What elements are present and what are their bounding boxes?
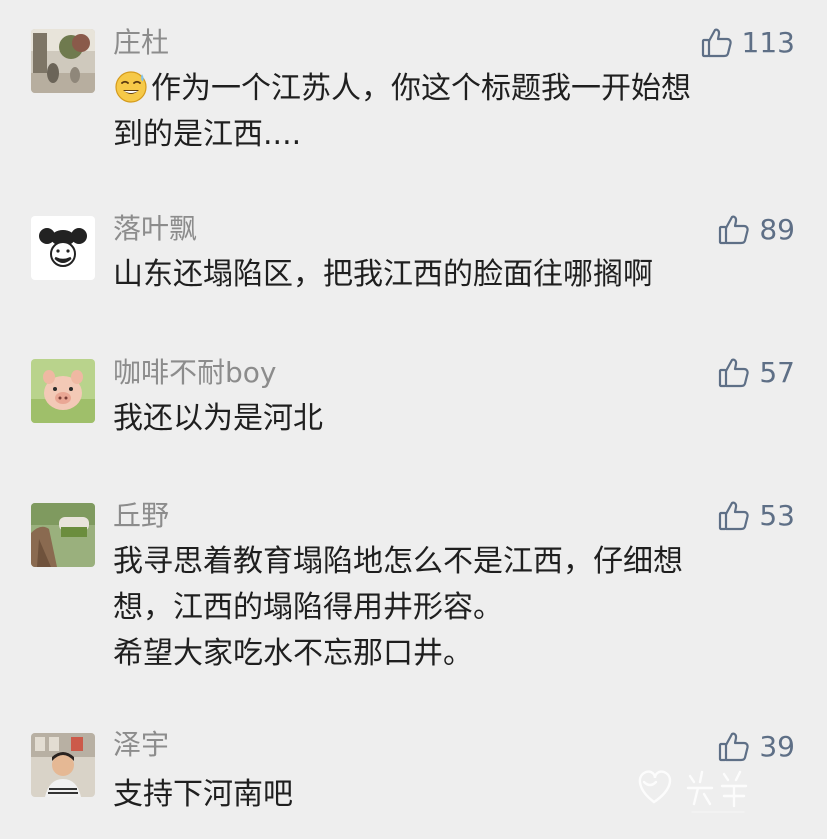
comment-text: 山东还塌陷区，把我江西的脸面往哪搁啊 (113, 252, 793, 298)
comment-line: 山东还塌陷区，把我江西的脸面往哪搁啊 (113, 257, 653, 292)
sweat-smile-emoji-icon (113, 68, 149, 104)
comment-line: 到的是江西.... (113, 117, 302, 152)
comment-line: 作为一个江苏人，你这个标题我一开始想 (151, 71, 691, 106)
username[interactable]: 咖啡不耐boy (113, 357, 276, 389)
like-button[interactable]: 89 (717, 210, 795, 250)
like-count: 57 (759, 356, 795, 389)
thumbs-up-icon (717, 499, 751, 533)
comment-text: 我寻思着教育塌陷地怎么不是江西，仔细想 想，江西的塌陷得用井形容。 希望大家吃水… (113, 539, 793, 677)
avatar[interactable] (31, 359, 95, 423)
comment-line: 想，江西的塌陷得用井形容。 (113, 590, 503, 625)
like-count: 113 (741, 26, 795, 59)
username[interactable]: 丘野 (113, 500, 169, 532)
like-count: 89 (759, 213, 795, 246)
comment-text: 作为一个江苏人，你这个标题我一开始想 到的是江西.... (113, 66, 793, 158)
thumbs-up-icon (700, 26, 734, 60)
watermark-logo (628, 758, 778, 818)
avatar[interactable] (31, 733, 95, 797)
username[interactable]: 泽宇 (113, 729, 169, 761)
like-button[interactable]: 53 (717, 496, 795, 536)
thumbs-up-icon (717, 213, 751, 247)
comment-line: 希望大家吃水不忘那口井。 (113, 636, 473, 671)
avatar[interactable] (31, 29, 95, 93)
like-button[interactable]: 57 (717, 353, 795, 393)
username[interactable]: 落叶飘 (113, 213, 197, 245)
comment-line: 我还以为是河北 (113, 401, 323, 436)
comment-text: 我还以为是河北 (113, 396, 793, 442)
avatar[interactable] (31, 216, 95, 280)
like-count: 53 (759, 499, 795, 532)
thumbs-up-icon (717, 356, 751, 390)
avatar[interactable] (31, 503, 95, 567)
username[interactable]: 庄杜 (113, 27, 169, 59)
comment-line: 我寻思着教育塌陷地怎么不是江西，仔细想 (113, 544, 683, 579)
like-button[interactable]: 113 (700, 23, 795, 63)
